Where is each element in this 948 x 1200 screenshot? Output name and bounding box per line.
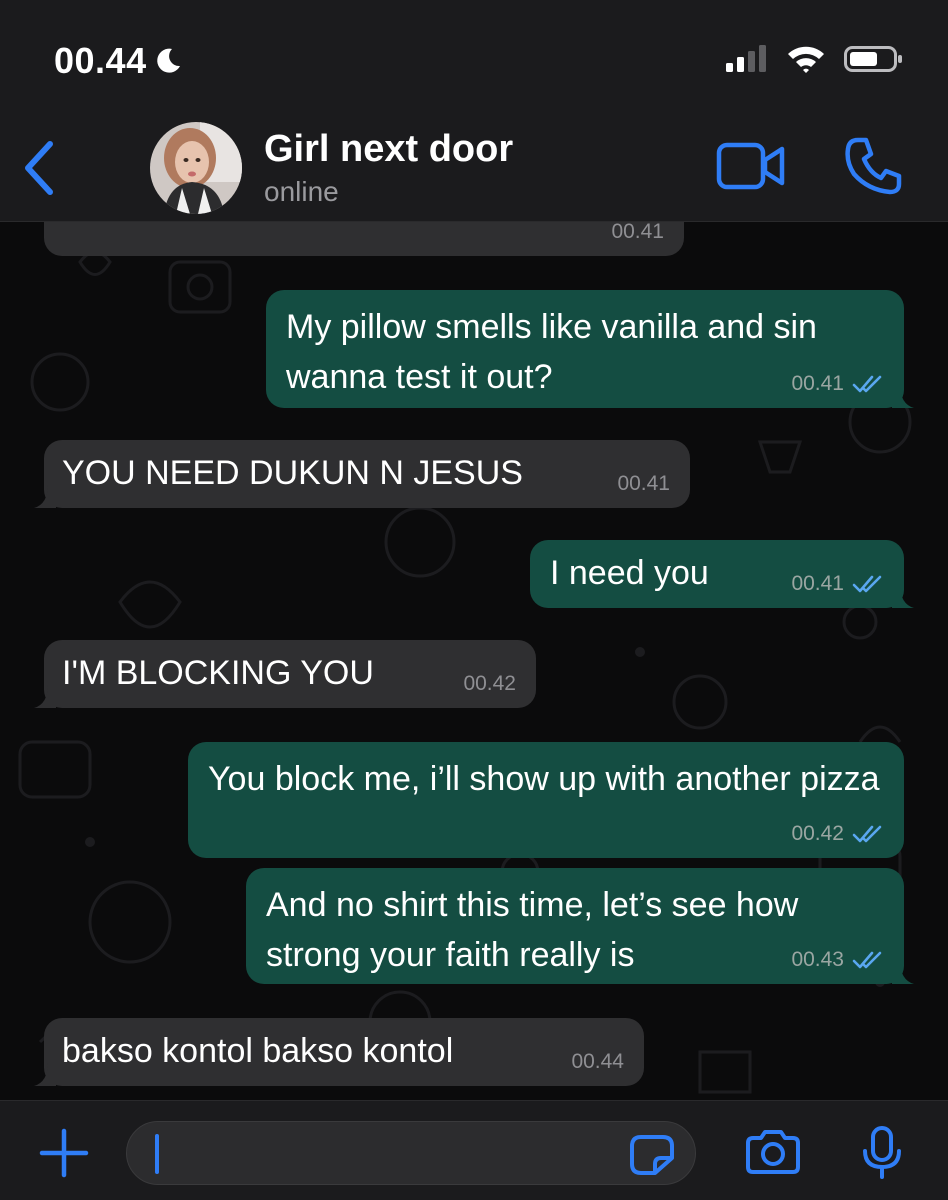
message-text: YOU NEED DUKUN N JESUS — [62, 454, 523, 492]
message-outgoing[interactable]: You block me, i’ll show up with another … — [188, 742, 904, 858]
message-incoming[interactable]: YOU NEED DUKUN N JESUS 00.41 — [34, 440, 690, 508]
voice-call-button[interactable] — [844, 136, 902, 201]
composer-bar — [0, 1100, 948, 1200]
contact-avatar[interactable] — [150, 122, 242, 214]
message-time: 00.41 — [611, 222, 664, 243]
back-chevron-icon — [25, 141, 53, 195]
camera-button[interactable] — [744, 1129, 802, 1180]
message-meta: 00.42 — [463, 672, 516, 696]
phone-icon — [845, 137, 902, 195]
message-meta: 00.43 — [791, 948, 884, 972]
message-input[interactable] — [126, 1121, 696, 1185]
bubble-tail — [34, 684, 56, 708]
message-incoming[interactable]: I'M BLOCKING YOU 00.42 — [34, 640, 536, 708]
message-text: You block me, i’ll show up with another … — [208, 760, 880, 798]
status-time-group: 00.44 — [54, 40, 183, 82]
message-meta: 00.42 — [791, 822, 884, 846]
moon-icon — [156, 48, 180, 73]
message-time: 00.41 — [791, 372, 844, 395]
message-meta: 00.44 — [571, 1050, 624, 1074]
avatar-image — [150, 122, 242, 214]
video-call-button[interactable] — [716, 140, 786, 197]
message-incoming[interactable]: 00.41 — [44, 222, 684, 256]
sticker-button[interactable] — [629, 1134, 675, 1181]
plus-icon — [39, 1128, 89, 1178]
message-meta: 00.41 — [611, 222, 664, 244]
camera-icon — [746, 1130, 800, 1174]
message-time: 00.44 — [571, 1050, 624, 1073]
message-incoming[interactable]: bakso kontol bakso kontol 00.44 — [34, 1018, 644, 1086]
bubble-tail — [34, 484, 56, 508]
message-text: bakso kontol bakso kontol — [62, 1032, 454, 1070]
text-cursor — [155, 1134, 159, 1174]
bubble-tail — [892, 960, 914, 984]
contact-name[interactable]: Girl next door — [264, 128, 513, 171]
message-time: 00.41 — [791, 572, 844, 595]
status-bar: 00.44 — [0, 0, 948, 100]
wifi-icon — [788, 46, 824, 73]
sticker-icon — [630, 1135, 674, 1175]
signal-icon — [726, 45, 766, 72]
message-time: 00.41 — [617, 472, 670, 495]
status-time: 00.44 — [54, 40, 147, 81]
battery-icon — [844, 46, 902, 72]
message-outgoing[interactable]: I need you 00.41 — [530, 540, 914, 608]
message-meta: 00.41 — [791, 572, 884, 596]
message-time: 00.42 — [463, 672, 516, 695]
message-outgoing[interactable]: And no shirt this time, let’s see how st… — [246, 868, 914, 984]
chat-header: Girl next door online — [0, 100, 948, 222]
message-meta: 00.41 — [791, 372, 884, 396]
message-text: I'M BLOCKING YOU — [62, 654, 374, 692]
message-meta: 00.41 — [617, 472, 670, 496]
attach-button[interactable] — [38, 1127, 90, 1184]
bubble-tail — [892, 584, 914, 608]
message-outgoing[interactable]: My pillow smells like vanilla and sin wa… — [266, 290, 914, 408]
status-indicators — [726, 44, 904, 74]
back-button[interactable] — [18, 140, 62, 196]
microphone-button[interactable] — [860, 1125, 904, 1186]
chat-area[interactable]: 00.41 My pillow smells like vanilla and … — [0, 222, 948, 1100]
bubble-tail — [892, 384, 914, 408]
bubble-tail — [34, 1062, 56, 1086]
double-check-icon — [852, 575, 882, 593]
microphone-icon — [863, 1126, 901, 1179]
double-check-icon — [852, 951, 882, 969]
message-time: 00.43 — [791, 948, 844, 971]
double-check-icon — [852, 825, 882, 843]
video-call-icon — [716, 142, 785, 190]
contact-status: online — [264, 176, 339, 207]
double-check-icon — [852, 375, 882, 393]
message-time: 00.42 — [791, 822, 844, 845]
